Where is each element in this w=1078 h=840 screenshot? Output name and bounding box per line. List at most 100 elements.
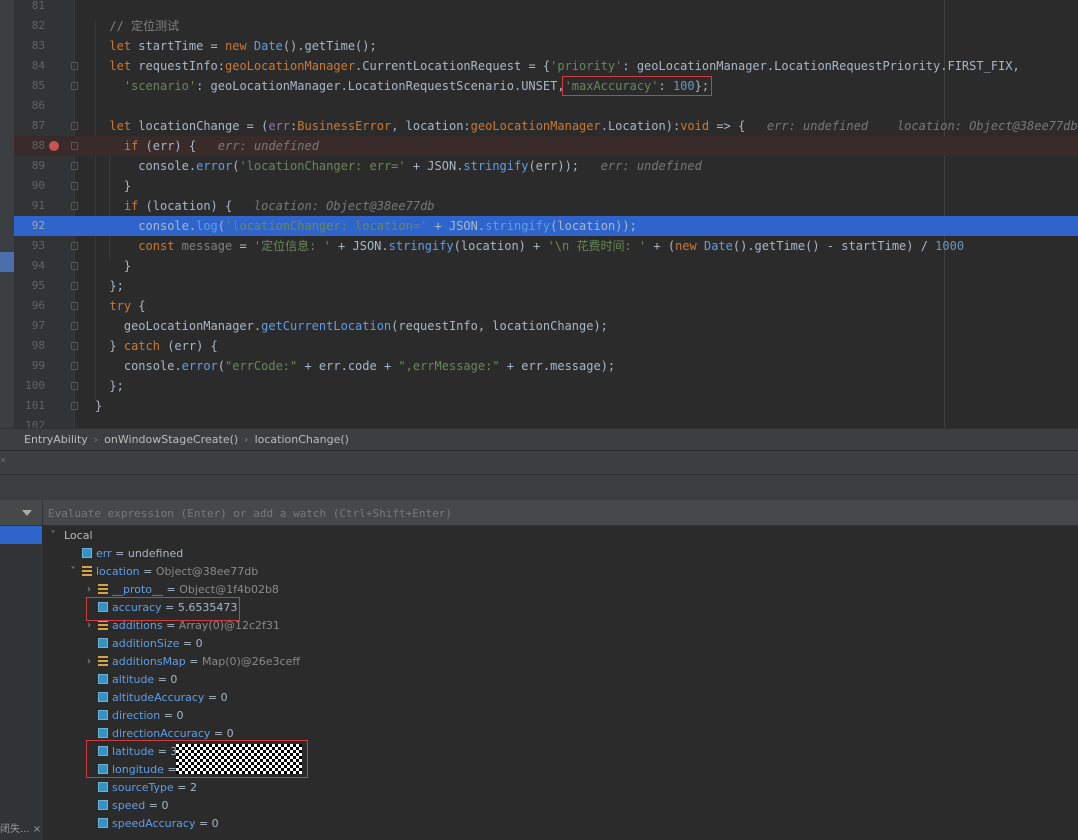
code-line[interactable]: 94 } <box>14 256 1078 276</box>
line-number: 99 <box>31 359 45 372</box>
code-token: // 定位测试 <box>109 19 180 33</box>
code-token: message <box>181 239 233 253</box>
fold-marker-icon[interactable] <box>71 82 78 90</box>
fold-marker-icon[interactable] <box>71 402 78 410</box>
code-text: let startTime = new Date().getTime(); <box>109 36 376 56</box>
variable-value: 0 <box>176 709 184 722</box>
code-line[interactable]: 97 geoLocationManager.getCurrentLocation… <box>14 316 1078 336</box>
dropdown-arrow-icon[interactable] <box>22 510 32 516</box>
code-line[interactable]: 100}; <box>14 376 1078 396</box>
chevron-right-icon[interactable]: › <box>84 653 94 671</box>
code-line[interactable]: 101} <box>14 396 1078 416</box>
fold-marker-icon[interactable] <box>71 122 78 130</box>
equals-sign: = <box>160 709 177 722</box>
code-line[interactable]: 90 } <box>14 176 1078 196</box>
code-text: geoLocationManager.getCurrentLocation(re… <box>109 316 608 336</box>
code-token: err: undefined location: Object@38ee77db <box>766 119 1078 133</box>
fold-marker-icon[interactable] <box>71 302 78 310</box>
chevron-down-icon[interactable]: ˅ <box>48 527 58 545</box>
breakpoint-icon[interactable] <box>49 141 59 151</box>
variable-row-speedaccuracy[interactable]: speedAccuracy = 0 <box>98 815 219 833</box>
variable-row-altitude[interactable]: altitude = 0 <box>98 671 177 689</box>
fold-marker-icon[interactable] <box>71 362 78 370</box>
code-line[interactable]: 88 if (err) { err: undefined <box>14 136 1078 156</box>
fold-marker-icon[interactable] <box>71 342 78 350</box>
evaluate-bar <box>0 500 1078 526</box>
breadcrumb-item-class[interactable]: EntryAbility <box>24 433 88 446</box>
variable-name: additionSize <box>112 637 180 650</box>
variable-value: 0 <box>220 691 228 704</box>
code-line[interactable]: 91 if (location) { location: Object@38ee… <box>14 196 1078 216</box>
selected-frame[interactable] <box>0 526 42 544</box>
code-token: }; <box>109 279 124 293</box>
variable-row-altitudeaccuracy[interactable]: altitudeAccuracy = 0 <box>98 689 228 707</box>
code-line[interactable]: 96 try { <box>14 296 1078 316</box>
variable-row-location[interactable]: ˅ location = Object@38ee77db <box>71 563 259 581</box>
variable-row-err[interactable]: err = undefined <box>82 545 183 563</box>
line-number: 87 <box>31 119 45 132</box>
primitive-field-icon <box>98 728 108 738</box>
fold-marker-icon[interactable] <box>71 62 78 70</box>
code-editor[interactable]: 81 82// 定位测试 83 let startTime = new Date().… <box>0 0 1078 428</box>
code-token: ().getTime() - startTime) / <box>732 239 936 253</box>
fold-marker-icon[interactable] <box>71 202 78 210</box>
variable-name: altitudeAccuracy <box>112 691 205 704</box>
fold-marker-icon[interactable] <box>71 322 78 330</box>
code-token: void <box>680 119 710 133</box>
breadcrumb-item-method[interactable]: onWindowStageCreate() <box>104 433 238 446</box>
code-line[interactable]: 84 let requestInfo:geoLocationManager.Cur… <box>14 56 1078 76</box>
breadcrumb-item-function[interactable]: locationChange() <box>255 433 349 446</box>
evaluate-expression-input[interactable] <box>48 503 1068 523</box>
code-line[interactable]: 93 const message = '定位信息: ' + JSON.strin… <box>14 236 1078 256</box>
code-token: catch <box>123 339 168 353</box>
code-line[interactable]: 92 console.log('locationChanger: locatio… <box>14 216 1078 236</box>
code-token: ( <box>217 359 225 373</box>
line-number: 91 <box>31 199 45 212</box>
code-line[interactable]: 102 <box>14 416 1078 428</box>
fold-marker-icon[interactable] <box>71 242 78 250</box>
close-icon[interactable]: × <box>33 824 41 835</box>
fold-marker-icon[interactable] <box>71 162 78 170</box>
variable-name: directionAccuracy <box>112 727 211 740</box>
code-line[interactable]: 99 console.error("errCode:" + err.code +… <box>14 356 1078 376</box>
code-text: 'scenario': geoLocationManager.LocationR… <box>109 76 713 96</box>
code-line[interactable]: 81 <box>14 0 1078 16</box>
code-token: + JSON. <box>427 219 486 233</box>
close-icon[interactable]: × <box>0 455 6 466</box>
code-token: } <box>109 179 132 193</box>
variable-row-sourcetype[interactable]: sourceType = 2 <box>98 779 197 797</box>
code-token: getCurrentLocation <box>261 319 392 333</box>
line-number: 86 <box>31 99 45 112</box>
code-line[interactable]: 98} catch (err) { <box>14 336 1078 356</box>
scope-local[interactable]: ˅ Local <box>51 527 93 545</box>
variable-value: Object@1f4b02b8 <box>179 583 279 596</box>
code-token: = <box>232 239 254 253</box>
chevron-down-icon[interactable]: ˅ <box>68 563 78 581</box>
variable-row-direction[interactable]: direction = 0 <box>98 707 183 725</box>
code-line[interactable]: 83 let startTime = new Date().getTime(); <box>14 36 1078 56</box>
variable-row-additionsmap[interactable]: › additionsMap = Map(0)@26e3ceff <box>87 653 300 671</box>
code-line[interactable]: 95}; <box>14 276 1078 296</box>
fold-marker-icon[interactable] <box>71 382 78 390</box>
variable-row-speed[interactable]: speed = 0 <box>98 797 168 815</box>
equals-sign: = <box>204 691 221 704</box>
code-line[interactable]: 89 console.error('locationChanger: err='… <box>14 156 1078 176</box>
variable-row-additionsize[interactable]: additionSize = 0 <box>98 635 203 653</box>
code-line[interactable]: 87 let locationChange = (err:BusinessErro… <box>14 116 1078 136</box>
code-line[interactable]: 86 <box>14 96 1078 116</box>
code-token: (location)); <box>550 219 637 233</box>
code-token: , location: <box>391 119 471 133</box>
variable-value: undefined <box>127 547 184 560</box>
code-text: console.error("errCode:" + err.code + ",… <box>109 356 615 376</box>
object-field-icon <box>82 566 92 576</box>
code-line[interactable]: 82 // 定位测试 <box>14 16 1078 36</box>
fold-marker-icon[interactable] <box>71 182 78 190</box>
code-line[interactable]: 85 'scenario': geoLocationManager.Locati… <box>14 76 1078 96</box>
fold-marker-icon[interactable] <box>71 142 78 150</box>
code-text: if (err) { err: undefined <box>109 136 319 156</box>
fold-marker-icon[interactable] <box>71 262 78 270</box>
code-token: geoLocationManager <box>470 119 601 133</box>
fold-marker-icon[interactable] <box>71 282 78 290</box>
